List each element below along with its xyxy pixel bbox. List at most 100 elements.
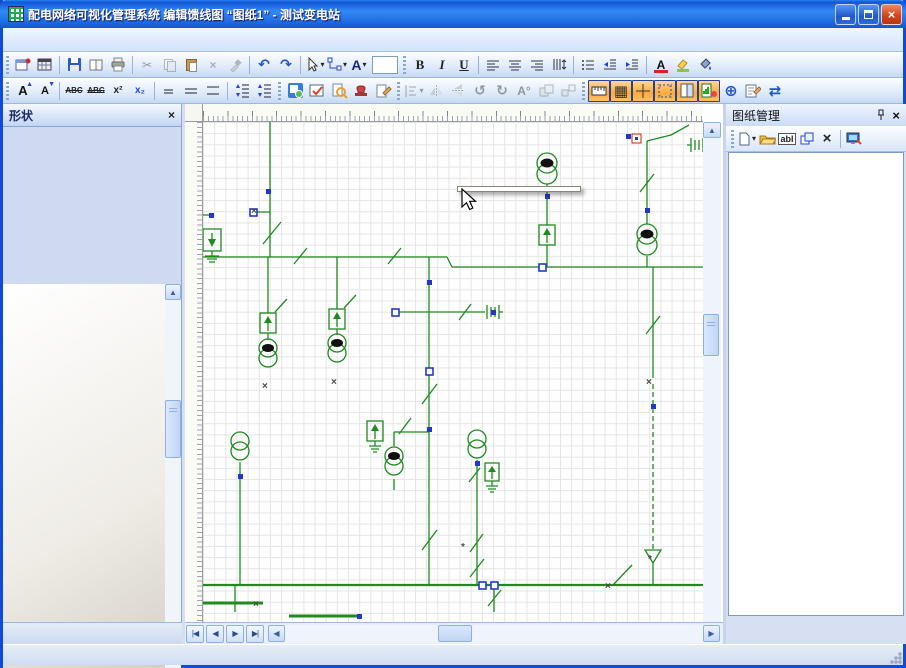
paste-icon[interactable] [180,54,202,76]
toolbar-grip[interactable] [397,82,400,100]
shapes-panel-close-icon[interactable]: × [168,108,175,122]
toolbar-grip[interactable] [403,56,406,74]
scroll-up-icon[interactable]: ▲ [165,284,181,300]
maximize-button[interactable] [858,4,879,25]
edit-document-icon[interactable] [372,80,394,102]
size-combo[interactable] [372,56,398,74]
canvas-hscrollbar[interactable]: ◀ ▶ [268,625,720,643]
delete-icon[interactable]: × [202,54,224,76]
toolbar-grip[interactable] [6,56,9,74]
copy-icon[interactable] [158,54,180,76]
selection-handles[interactable] [209,134,656,619]
flip-horizontal-icon[interactable] [425,80,447,102]
minimize-button[interactable] [835,4,856,25]
rotate-right-icon[interactable]: ↻ [491,80,513,102]
scroll-up-icon[interactable]: ▲ [703,122,721,138]
scroll-right-icon[interactable]: ▶ [703,625,720,642]
save-icon[interactable] [63,54,85,76]
toolbar-grip[interactable] [582,82,585,100]
line-spacing-15-icon[interactable] [180,80,202,102]
cut-icon[interactable]: ✂ [136,54,158,76]
toolbar-grip[interactable] [278,82,281,100]
close-button[interactable]: × [881,4,902,25]
align-shapes-icon[interactable]: ▾ [403,80,425,102]
align-left-icon[interactable] [482,54,504,76]
format-painter-icon[interactable] [224,54,246,76]
preview-icon[interactable] [85,54,107,76]
ruler-toggle-icon[interactable] [588,80,610,102]
line-spacing-2-icon[interactable] [202,80,224,102]
toolbar-grip[interactable] [731,130,734,148]
align-center-icon[interactable] [504,54,526,76]
line-spacing-1-icon[interactable] [158,80,180,102]
connector-arrows-icon[interactable]: ⇄ [764,80,786,102]
font-color-icon[interactable]: A [650,54,672,76]
scroll-thumb[interactable] [165,400,181,458]
delete-sheet-icon[interactable]: × [817,128,837,150]
underline-button[interactable]: U [453,54,475,76]
space-before-icon[interactable] [231,80,253,102]
canvas-vscrollbar[interactable]: ▲ ▼ [703,122,721,640]
scroll-thumb[interactable] [703,314,719,356]
toolbar-grip[interactable] [6,82,9,100]
shapes-scrollbar[interactable]: ▲ ▼ [165,284,181,668]
open-sheet-icon[interactable] [757,128,777,150]
ungroup-icon[interactable] [557,80,579,102]
scroll-left-icon[interactable]: ◀ [268,625,285,642]
flip-vertical-icon[interactable] [447,80,469,102]
text-tool-icon[interactable]: A▾ [348,54,370,76]
glue-points-toggle-icon[interactable] [654,80,676,102]
bold-button[interactable]: B [409,54,431,76]
diagram-nodes[interactable] [250,209,546,589]
bullet-list-icon[interactable] [577,54,599,76]
first-page-icon[interactable]: |◀ [186,625,204,643]
shrink-font-icon[interactable]: A▼ [34,80,56,102]
increase-indent-icon[interactable] [621,54,643,76]
diagram-grid[interactable]: ×× ×× ×× ** [203,122,703,622]
subscript-icon[interactable]: x₂ [129,80,151,102]
pointer-tool-icon[interactable]: ▾ [304,54,326,76]
new-sheet-icon[interactable]: ▾ [737,128,757,150]
next-page-icon[interactable]: ▶ [226,625,244,643]
guides-toggle-icon[interactable] [632,80,654,102]
check-drawing-icon[interactable] [306,80,328,102]
title-bar[interactable]: 配电网络可视化管理系统 编辑馈线图 “图纸1” - 测试变电站 × [0,0,906,28]
redo-icon[interactable]: ↷ [275,54,297,76]
find-drawing-icon[interactable] [328,80,350,102]
align-right-icon[interactable] [526,54,548,76]
group-icon[interactable] [535,80,557,102]
substation-monitor-icon[interactable] [844,128,864,150]
cascade-sheets-icon[interactable] [797,128,817,150]
decrease-indent-icon[interactable] [599,54,621,76]
pin-icon[interactable] [876,109,886,121]
drawing-table-icon[interactable] [34,54,56,76]
resize-grip[interactable] [889,651,902,664]
data-source-icon[interactable] [698,80,720,102]
italic-button[interactable]: I [431,54,453,76]
approval-stamp-icon[interactable] [350,80,372,102]
view-drawing-icon[interactable] [284,80,306,102]
vertical-align-icon[interactable] [548,54,570,76]
prev-page-icon[interactable]: ◀ [206,625,224,643]
drawings-panel-close-icon[interactable]: × [892,108,900,123]
scroll-thumb[interactable] [438,625,472,642]
highlight-icon[interactable] [672,54,694,76]
zoom-fit-icon[interactable]: ⊕ [720,80,742,102]
rename-sheet-icon[interactable]: abl [777,128,797,150]
new-drawing-icon[interactable] [12,54,34,76]
grid-toggle-icon[interactable]: ▦ [610,80,632,102]
connector-tool-icon[interactable]: ▾ [326,54,348,76]
rotate-text-icon[interactable]: A° [513,80,535,102]
page-setup-icon[interactable] [676,80,698,102]
print-icon[interactable] [107,54,129,76]
grow-font-icon[interactable]: A▲ [12,80,34,102]
superscript-icon[interactable]: x² [107,80,129,102]
undo-icon[interactable]: ↶ [253,54,275,76]
rotate-left-icon[interactable]: ↺ [469,80,491,102]
properties-icon[interactable] [742,80,764,102]
space-after-icon[interactable] [253,80,275,102]
last-page-icon[interactable]: ▶| [246,625,264,643]
double-strikethrough-icon[interactable]: ABC [85,80,107,102]
fill-color-icon[interactable] [694,54,716,76]
strikethrough-icon[interactable]: ABC [63,80,85,102]
